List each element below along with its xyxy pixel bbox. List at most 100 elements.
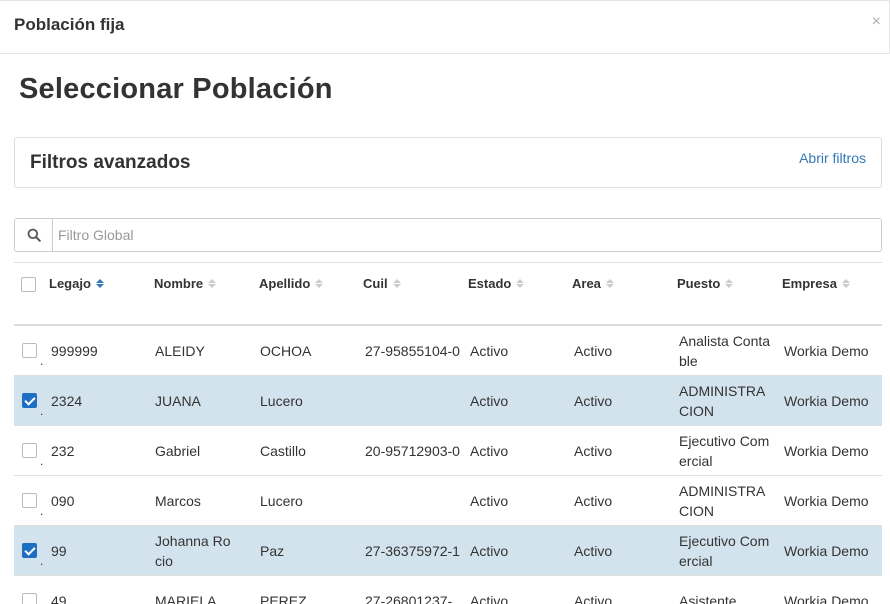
row-marker: . (40, 404, 44, 418)
sort-icon[interactable] (725, 279, 734, 288)
row-marker: . (40, 504, 44, 518)
global-filter-input[interactable] (54, 219, 880, 251)
search-icon (15, 219, 53, 251)
column-header-label: Apellido (259, 276, 311, 291)
sort-icon[interactable] (208, 279, 217, 288)
cell-nombre: JUANA (155, 393, 201, 409)
cell-empresa: Workia Demo (784, 443, 869, 459)
table-body: . 999999 ALEIDY OCHOA 27-95855104-0 Activo Act… (14, 326, 882, 604)
advanced-filters-panel: Filtros avanzados Abrir filtros (14, 137, 882, 188)
advanced-filters-title: Filtros avanzados (30, 152, 191, 173)
row-marker: . (40, 554, 44, 568)
cell-apellido: PEREZ (260, 593, 307, 604)
column-header-label: Puesto (677, 276, 721, 291)
row-checkbox[interactable] (22, 393, 37, 408)
row-marker: . (40, 354, 44, 368)
sort-icon[interactable] (841, 279, 850, 288)
cell-estado: Activo (470, 593, 509, 604)
table-row[interactable]: . 999999 ALEIDY OCHOA 27-95855104-0 Activo Act… (14, 326, 882, 376)
cell-puesto: Analista Contable (679, 333, 771, 369)
table-row[interactable]: . 2324 JUANA Lucero Activo Activo ADMINISTRACI… (14, 376, 882, 426)
close-icon[interactable]: × (872, 13, 881, 31)
row-marker: . (40, 454, 44, 468)
global-filter (14, 218, 882, 252)
column-header-area[interactable]: Area (572, 276, 614, 291)
cell-area: Activo (574, 493, 613, 509)
cell-cuil: 27-36375972-1 (365, 543, 460, 559)
cell-apellido: Paz (260, 543, 285, 559)
cell-nombre: Gabriel (155, 443, 201, 459)
cell-apellido: Castillo (260, 443, 306, 459)
population-table: Legajo Nombre Apellido Cuil Estado Area Puesto… (14, 262, 882, 604)
cell-nombre: ALEIDY (155, 343, 205, 359)
column-header-label: Nombre (154, 276, 204, 291)
cell-cuil: 27-26801237- (365, 593, 453, 604)
cell-area: Activo (574, 593, 613, 604)
column-header-label: Legajo (49, 276, 91, 291)
table-row[interactable]: . 99 Johanna Rocio Paz 27-36375972-1 Activo Ac… (14, 526, 882, 576)
cell-empresa: Workia Demo (784, 343, 869, 359)
column-header-label: Empresa (782, 276, 837, 291)
column-header-legajo[interactable]: Legajo (49, 276, 104, 291)
cell-apellido: Lucero (260, 493, 303, 509)
select-all-checkbox[interactable] (21, 277, 36, 292)
column-header-empresa[interactable]: Empresa (782, 276, 850, 291)
cell-legajo: 090 (51, 493, 75, 509)
cell-estado: Activo (470, 343, 509, 359)
sort-icon[interactable] (516, 279, 525, 288)
cell-area: Activo (574, 393, 613, 409)
cell-cuil (365, 376, 460, 426)
cell-legajo: 49 (51, 593, 67, 604)
column-header-puesto[interactable]: Puesto (677, 276, 734, 291)
column-header-cuil[interactable]: Cuil (363, 276, 401, 291)
row-checkbox[interactable] (22, 343, 37, 358)
row-checkbox[interactable] (22, 543, 37, 558)
cell-estado: Activo (470, 443, 509, 459)
cell-empresa: Workia Demo (784, 593, 869, 604)
page-title: Seleccionar Población (19, 73, 333, 105)
modal-header: Población fija × (0, 0, 890, 54)
open-filters-link[interactable]: Abrir filtros (799, 150, 866, 166)
cell-estado: Activo (470, 543, 509, 559)
cell-apellido: OCHOA (260, 343, 312, 359)
sort-icon[interactable] (605, 279, 614, 288)
column-header-apellido[interactable]: Apellido (259, 276, 324, 291)
cell-apellido: Lucero (260, 393, 303, 409)
modal-title: Población fija (14, 15, 125, 34)
cell-puesto: ADMINISTRACION (679, 383, 766, 419)
cell-estado: Activo (470, 393, 509, 409)
sort-icon[interactable] (392, 279, 401, 288)
cell-legajo: 232 (51, 443, 75, 459)
cell-cuil (365, 476, 460, 526)
column-header-label: Cuil (363, 276, 388, 291)
row-checkbox[interactable] (22, 443, 37, 458)
column-header-nombre[interactable]: Nombre (154, 276, 217, 291)
cell-puesto: Asistente (679, 593, 737, 604)
cell-empresa: Workia Demo (784, 493, 869, 509)
cell-legajo: 2324 (51, 393, 83, 409)
cell-nombre: MARIELA (155, 593, 217, 604)
table-row[interactable]: . 232 Gabriel Castillo 20-95712903-0 Activo Ac… (14, 426, 882, 476)
row-checkbox[interactable] (22, 593, 37, 604)
sort-icon[interactable] (315, 279, 324, 288)
table-header: Legajo Nombre Apellido Cuil Estado Area Puesto… (14, 262, 882, 326)
cell-puesto: ADMINISTRACION (679, 483, 766, 519)
cell-empresa: Workia Demo (784, 543, 869, 559)
cell-cuil: 27-95855104-0 (365, 343, 460, 359)
table-row[interactable]: .49MARIELAPEREZ27-26801237-ActivoActivoA… (14, 576, 882, 604)
cell-nombre: Johanna Rocio (155, 533, 231, 569)
table-row[interactable]: . 090 Marcos Lucero Activo Activo ADMINISTRACI… (14, 476, 882, 526)
cell-area: Activo (574, 543, 613, 559)
column-header-estado[interactable]: Estado (468, 276, 525, 291)
column-header-label: Area (572, 276, 601, 291)
cell-empresa: Workia Demo (784, 393, 869, 409)
cell-legajo: 999999 (51, 343, 98, 359)
cell-nombre: Marcos (155, 493, 201, 509)
cell-estado: Activo (470, 493, 509, 509)
column-header-label: Estado (468, 276, 512, 291)
sort-icon[interactable] (95, 279, 104, 288)
cell-cuil: 20-95712903-0 (365, 443, 460, 459)
cell-puesto: Ejecutivo Comercial (679, 433, 770, 469)
row-checkbox[interactable] (22, 493, 37, 508)
cell-area: Activo (574, 343, 613, 359)
